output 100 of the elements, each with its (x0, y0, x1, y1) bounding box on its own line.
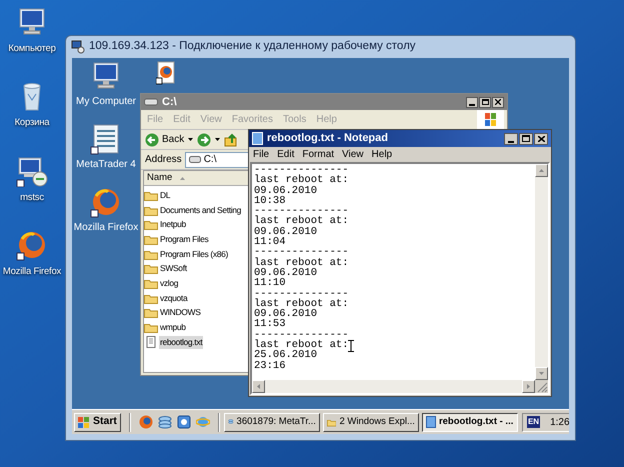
close-icon (538, 136, 544, 142)
folder-name[interactable]: Documents and Setting (159, 204, 242, 216)
resize-grip-icon[interactable] (535, 380, 548, 393)
menu-item[interactable]: Format (302, 147, 334, 162)
taskbar-button[interactable]: 2 Windows Expl... (322, 412, 419, 432)
folder-icon (144, 263, 158, 274)
file-name[interactable]: rebootlog.txt (159, 336, 204, 349)
clock: 1:26 (549, 416, 569, 430)
text-line: last reboot at: (254, 258, 349, 268)
close-button[interactable] (492, 96, 504, 108)
scroll-down-button[interactable] (535, 367, 548, 380)
folder-icon (144, 234, 158, 245)
icon-label[interactable]: Корзина (14, 116, 50, 130)
folder-name[interactable]: DL (159, 188, 172, 202)
notepad-icon (426, 416, 436, 428)
icon-label[interactable]: Mozilla Firefox (74, 220, 138, 235)
icon-label[interactable]: mstsc (20, 190, 44, 205)
text-line: 10:38 (254, 196, 286, 206)
icon-label[interactable]: My Computer (76, 94, 136, 109)
folder-name[interactable]: Program Files (159, 233, 210, 246)
icon-label[interactable]: Mozilla Firefox (2, 264, 62, 279)
scroll-left-button[interactable] (252, 380, 265, 393)
back-button[interactable]: Back (145, 132, 184, 147)
text-line: last reboot at: (254, 175, 349, 186)
folder-name[interactable]: vzquota (159, 292, 188, 305)
folder-icon (144, 307, 158, 318)
taskbar-button[interactable]: rebootlog.txt - ... (422, 412, 518, 432)
text-line: 23:16 (254, 360, 286, 371)
remote-desktop-icon (71, 40, 85, 54)
menu-item[interactable]: File (253, 147, 270, 162)
app-icon[interactable] (176, 415, 191, 429)
folder-icon (144, 322, 158, 334)
icon-label[interactable]: MetaTrader 4 (76, 157, 136, 172)
text-line: 09.06.2010 (254, 309, 318, 320)
text-line: last reboot at: (254, 340, 349, 350)
folder-icon (144, 248, 158, 260)
language-indicator[interactable]: EN (526, 416, 540, 428)
menu-item[interactable]: Edit (277, 147, 294, 162)
down-arrow-icon (539, 372, 544, 375)
taskbar-button[interactable]: 3601879: MetaTr... (224, 412, 320, 432)
minimize-button[interactable] (466, 96, 478, 108)
window-title: 109.169.34.123 - Подключение к удаленному рабочему столу (89, 39, 416, 54)
window-title: C:\ (162, 94, 177, 110)
back-arrow-icon (145, 132, 159, 146)
notepad-icon (252, 132, 263, 145)
text-line: 09.06.2010 (254, 186, 318, 196)
folder-name[interactable]: Program Files (x86) (159, 248, 229, 260)
browser-icon[interactable] (90, 186, 122, 218)
windows-logo-icon (477, 110, 504, 129)
monitor-icon[interactable] (16, 154, 48, 186)
text-line: --------------- (254, 247, 349, 258)
folder-up-icon[interactable] (224, 132, 238, 146)
up-arrow-icon (539, 169, 544, 172)
right-arrow-icon (527, 384, 530, 389)
folder-name[interactable]: vzlog (159, 277, 180, 290)
horizontal-scrollbar[interactable] (252, 380, 535, 393)
text-line: 25.06.2010 (254, 350, 318, 361)
folder-icon (144, 204, 158, 216)
caret-icon[interactable] (215, 138, 220, 141)
drive-icon (188, 156, 201, 163)
text-cursor-icon (348, 340, 354, 352)
folder-icon (144, 292, 158, 304)
drive-icon (144, 98, 158, 106)
menu-item[interactable]: Help (372, 147, 392, 162)
maximize-button[interactable] (519, 132, 533, 144)
close-icon (495, 99, 501, 105)
start-button[interactable]: Start (74, 412, 121, 432)
folder-name[interactable]: wmpub (159, 321, 187, 334)
text-line: --------------- (254, 206, 349, 216)
menu-item[interactable]: View (342, 147, 364, 162)
text-line: last reboot at: (254, 216, 349, 227)
folder-name[interactable]: Inetpub (159, 218, 187, 232)
scroll-right-button[interactable] (522, 380, 535, 393)
folder-name[interactable]: SWSoft (159, 262, 188, 276)
column-header[interactable]: Name (144, 171, 248, 186)
left-arrow-icon (257, 384, 260, 389)
folder-icon (144, 190, 158, 201)
text-line: 09.06.2010 (254, 226, 318, 238)
vertical-scrollbar[interactable] (535, 164, 548, 380)
stack-icon[interactable] (158, 415, 172, 429)
caret-icon[interactable] (188, 138, 194, 141)
folder-name[interactable]: WINDOWS (159, 306, 202, 320)
browser-shortcut-icon (156, 61, 176, 85)
text-line: 11:04 (254, 237, 286, 248)
text-line: --------------- (254, 330, 349, 340)
text-line: --------------- (254, 165, 349, 176)
text-line: 11:10 (254, 278, 286, 289)
text-line: 11:53 (254, 319, 286, 330)
folder-icon (144, 278, 158, 289)
window-title: rebootlog.txt - Notepad (267, 131, 388, 146)
icon-label[interactable]: Компьютер (8, 42, 56, 56)
address-label: Address (145, 153, 182, 167)
minimize-button[interactable] (504, 132, 518, 144)
close-button[interactable] (534, 132, 548, 144)
address-field[interactable]: C:\ (184, 152, 249, 168)
sort-arrow-icon (180, 176, 186, 180)
text-line: 09.06.2010 (254, 268, 318, 278)
maximize-button[interactable] (479, 96, 491, 108)
forward-arrow-icon[interactable] (197, 132, 212, 146)
scroll-up-button[interactable] (535, 164, 548, 177)
